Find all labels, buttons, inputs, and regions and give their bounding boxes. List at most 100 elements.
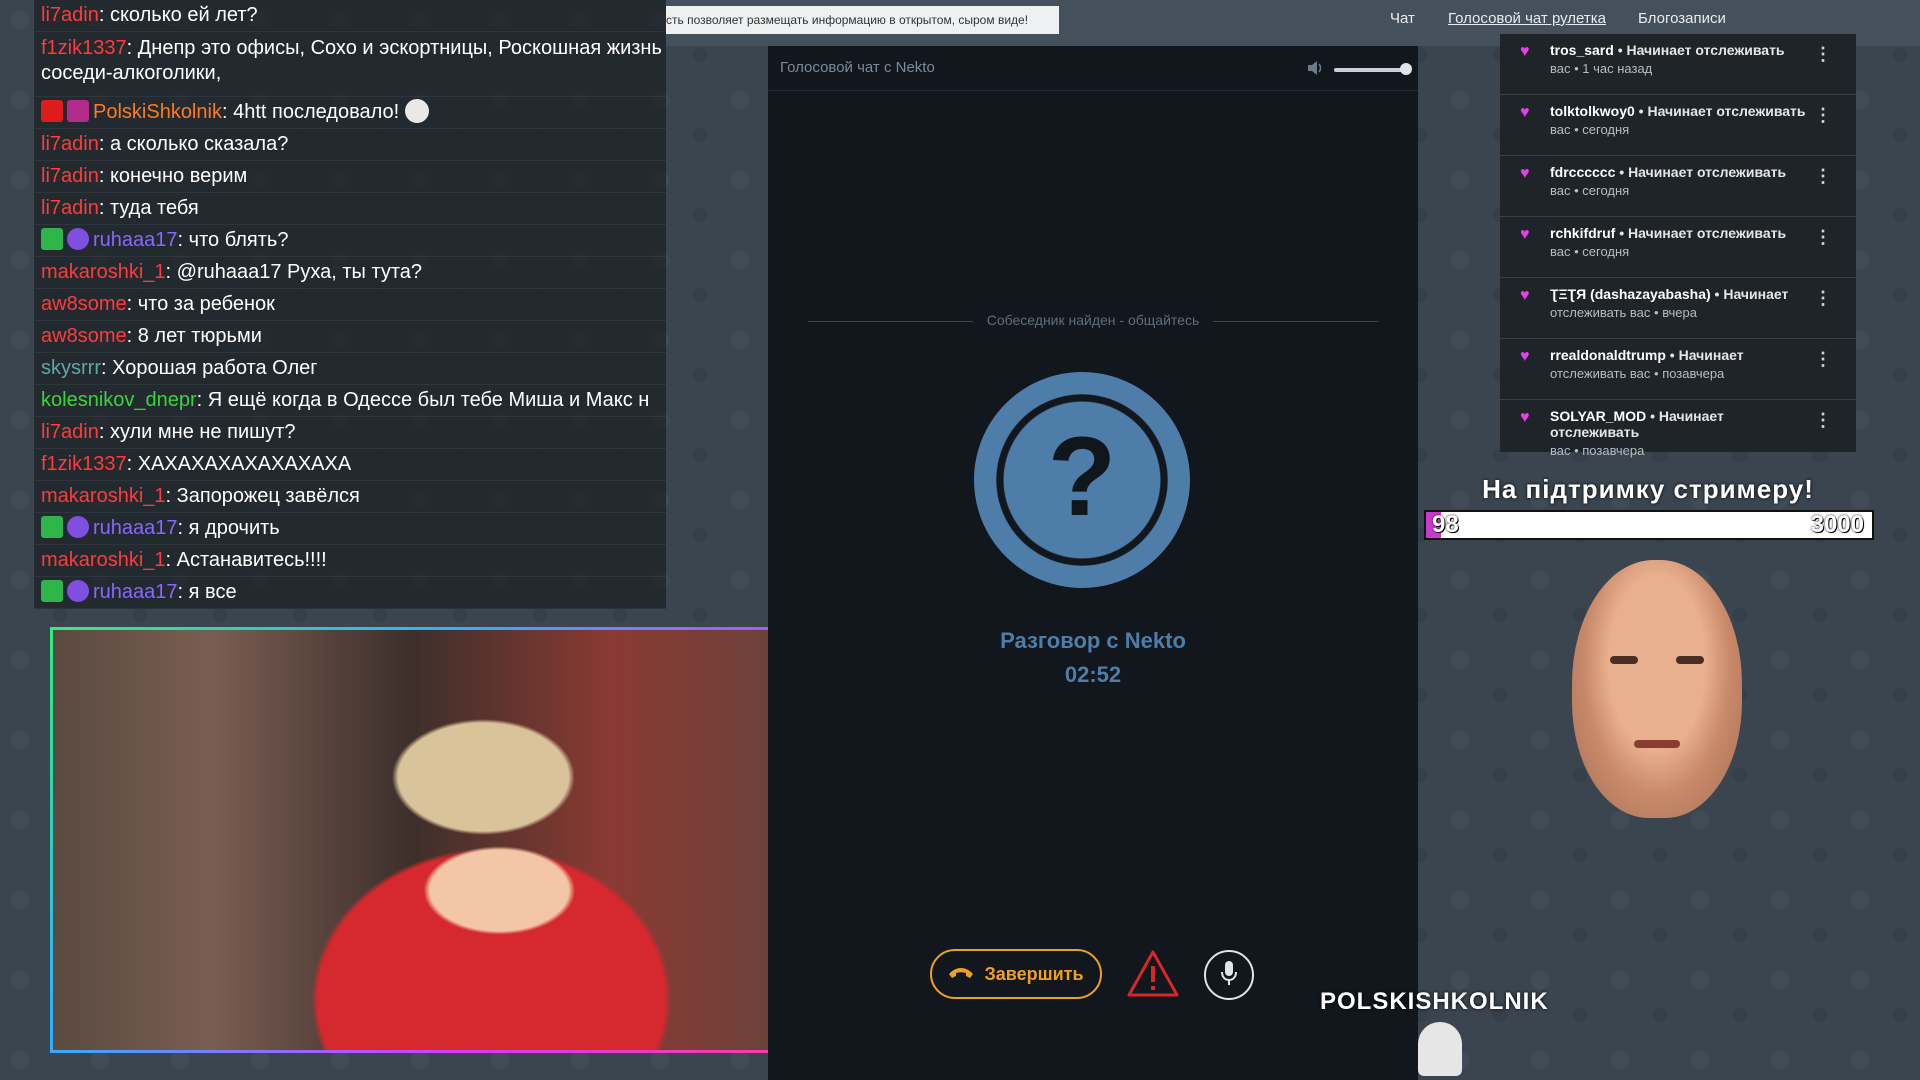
follow-action: • Начинает [1710,286,1789,302]
chat-username[interactable]: li7adin [41,197,99,219]
chat-text: что блять? [188,229,289,251]
chat-username[interactable]: f1zik1337 [41,37,127,59]
more-options-icon[interactable]: ⋮ [1814,105,1832,126]
more-options-icon[interactable]: ⋮ [1814,288,1832,309]
follow-line1: rrealdonaldtrump • Начинает [1550,347,1816,363]
badge-green-icon [41,228,63,250]
badge-green-icon [41,516,63,538]
chat-separator: : [126,453,138,475]
chat-separator: : [100,357,113,379]
chat-text: туда тебя [109,197,199,219]
follower-name[interactable]: SOLYAR_MOD [1550,408,1646,424]
follower-name[interactable]: tros_sard [1550,42,1614,58]
nav-link-chat[interactable]: Чат [1390,10,1415,27]
chat-username[interactable]: skysrrr [41,357,101,379]
status-text: Собеседник найден - общайтесь [986,312,1200,328]
chat-text: я все [188,581,237,603]
microphone-button[interactable] [1204,950,1254,1000]
more-options-icon[interactable]: ⋮ [1814,410,1832,431]
volume-icon[interactable] [1306,59,1324,77]
follower-name[interactable]: rchkifdruf [1550,225,1615,241]
chat-message: kolesnikov_dnepr: Я ещё когда в Одессе б… [34,385,666,417]
chat-username[interactable]: makaroshki_1 [41,549,166,571]
donation-title: На підтримку стримеру! [1482,474,1814,504]
chat-message: f1zik1337: Днепр это офисы, Сохо и эскор… [34,32,666,97]
chat-message: aw8some: 8 лет тюрьми [34,321,666,353]
follow-item: ♥ rchkifdruf • Начинает отслеживать вас • … [1500,217,1856,278]
nav-link-voice-roulette[interactable]: Голосовой чат рулетка [1448,10,1606,27]
chat-username[interactable]: ruhaaa17 [93,229,178,251]
chat-username[interactable]: li7adin [41,133,99,155]
end-call-button[interactable]: Завершить [930,949,1102,999]
microphone-icon [1220,960,1238,991]
follow-item: ♥ SOLYAR_MOD • Начинает отслеживать вас • … [1500,400,1856,461]
chat-username[interactable]: li7adin [41,4,99,26]
more-options-icon[interactable]: ⋮ [1814,166,1832,187]
chat-username[interactable]: ruhaaa17 [93,581,178,603]
warning-icon[interactable] [1126,949,1180,999]
follow-notifications: ♥ tros_sard • Начинает отслеживать вас • 1… [1500,34,1856,461]
chat-text: Запорожец завёлся [176,485,360,507]
chat-separator: : [177,229,189,251]
chat-message: makaroshki_1: @ruhaaa17 Руха, ты тута? [34,257,666,289]
chat-username[interactable]: PolskiShkolnik [93,101,222,123]
chat-username[interactable]: aw8some [41,293,127,315]
follow-line1: tros_sard • Начинает отслеживать [1550,42,1816,58]
follower-name[interactable]: ƮΞƮЯ (dashazayabasha) [1550,286,1711,302]
more-options-icon[interactable]: ⋮ [1814,227,1832,248]
follow-action: • Начинает отслеживать [1615,225,1787,241]
chat-separator: : [126,293,138,315]
chat-text: конечно верим [109,165,248,187]
follow-item: ♥ tros_sard • Начинает отслеживать вас • 1… [1500,34,1856,95]
chat-username[interactable]: makaroshki_1 [41,485,166,507]
chat-message: li7adin: а сколько сказала? [34,129,666,161]
chat-username[interactable]: aw8some [41,325,127,347]
chat-text: 4htt последовало! [233,101,400,123]
chat-separator: : [177,517,189,539]
heart-icon: ♥ [1520,348,1530,365]
streamer-webcam [50,627,853,1053]
badge-gift-icon [67,100,89,122]
donation-current: 98 [1432,511,1459,538]
chat-username[interactable]: f1zik1337 [41,453,127,475]
follow-time: вас • сегодня [1550,122,1630,137]
chat-username[interactable]: li7adin [41,165,99,187]
phone-hangup-icon [948,963,974,986]
chat-separator: : [126,325,138,347]
chat-separator: : [98,165,110,187]
chat-text: @ruhaaa17 Руха, ты тута? [176,261,423,283]
more-options-icon[interactable]: ⋮ [1814,44,1832,65]
heart-icon: ♥ [1520,226,1530,243]
chat-separator: : [165,261,177,283]
chat-username[interactable]: li7adin [41,421,99,443]
more-options-icon[interactable]: ⋮ [1814,349,1832,370]
follow-line1: fdrcccccc • Начинает отслеживать [1550,164,1816,180]
chat-separator: : [126,37,138,59]
chat-message: makaroshki_1: Запорожец завёлся [34,481,666,513]
chat-text: сколько ей лет? [109,4,258,26]
chat-username[interactable]: ruhaaa17 [93,517,178,539]
chat-message: ruhaaa17: я все [34,577,666,609]
chat-username[interactable]: makaroshki_1 [41,261,166,283]
chat-message: PolskiShkolnik: 4htt последовало! [34,97,666,129]
follow-time: отслеживать вас • позавчера [1550,366,1725,381]
heart-icon: ♥ [1520,287,1530,304]
follower-name[interactable]: tolktolkwoy0 [1550,103,1635,119]
chat-text: ХАХАХАХАХАХАХАХА [137,453,352,475]
follow-time: вас • сегодня [1550,183,1630,198]
chat-username[interactable]: kolesnikov_dnepr [41,389,197,411]
follow-action: • Начинает [1665,347,1744,363]
voice-chat-title: Голосовой чат с Nekto [780,59,935,76]
nav-link-blogs[interactable]: Блогозаписи [1638,10,1726,27]
chat-message: aw8some: что за ребенок [34,289,666,321]
volume-slider-handle[interactable] [1400,63,1412,75]
follow-item: ♥ ƮΞƮЯ (dashazayabasha) • Начинает отслежи… [1500,278,1856,339]
follower-name[interactable]: fdrcccccc [1550,164,1615,180]
info-notice: сть позволяет размещать информацию в отк… [666,6,1059,34]
follower-name[interactable]: rrealdonaldtrump [1550,347,1666,363]
volume-slider[interactable] [1334,68,1404,72]
emote-icon [405,99,430,123]
chat-separator: : [196,389,208,411]
follow-line1: ƮΞƮЯ (dashazayabasha) • Начинает [1550,286,1816,302]
chat-separator: : [165,549,177,571]
